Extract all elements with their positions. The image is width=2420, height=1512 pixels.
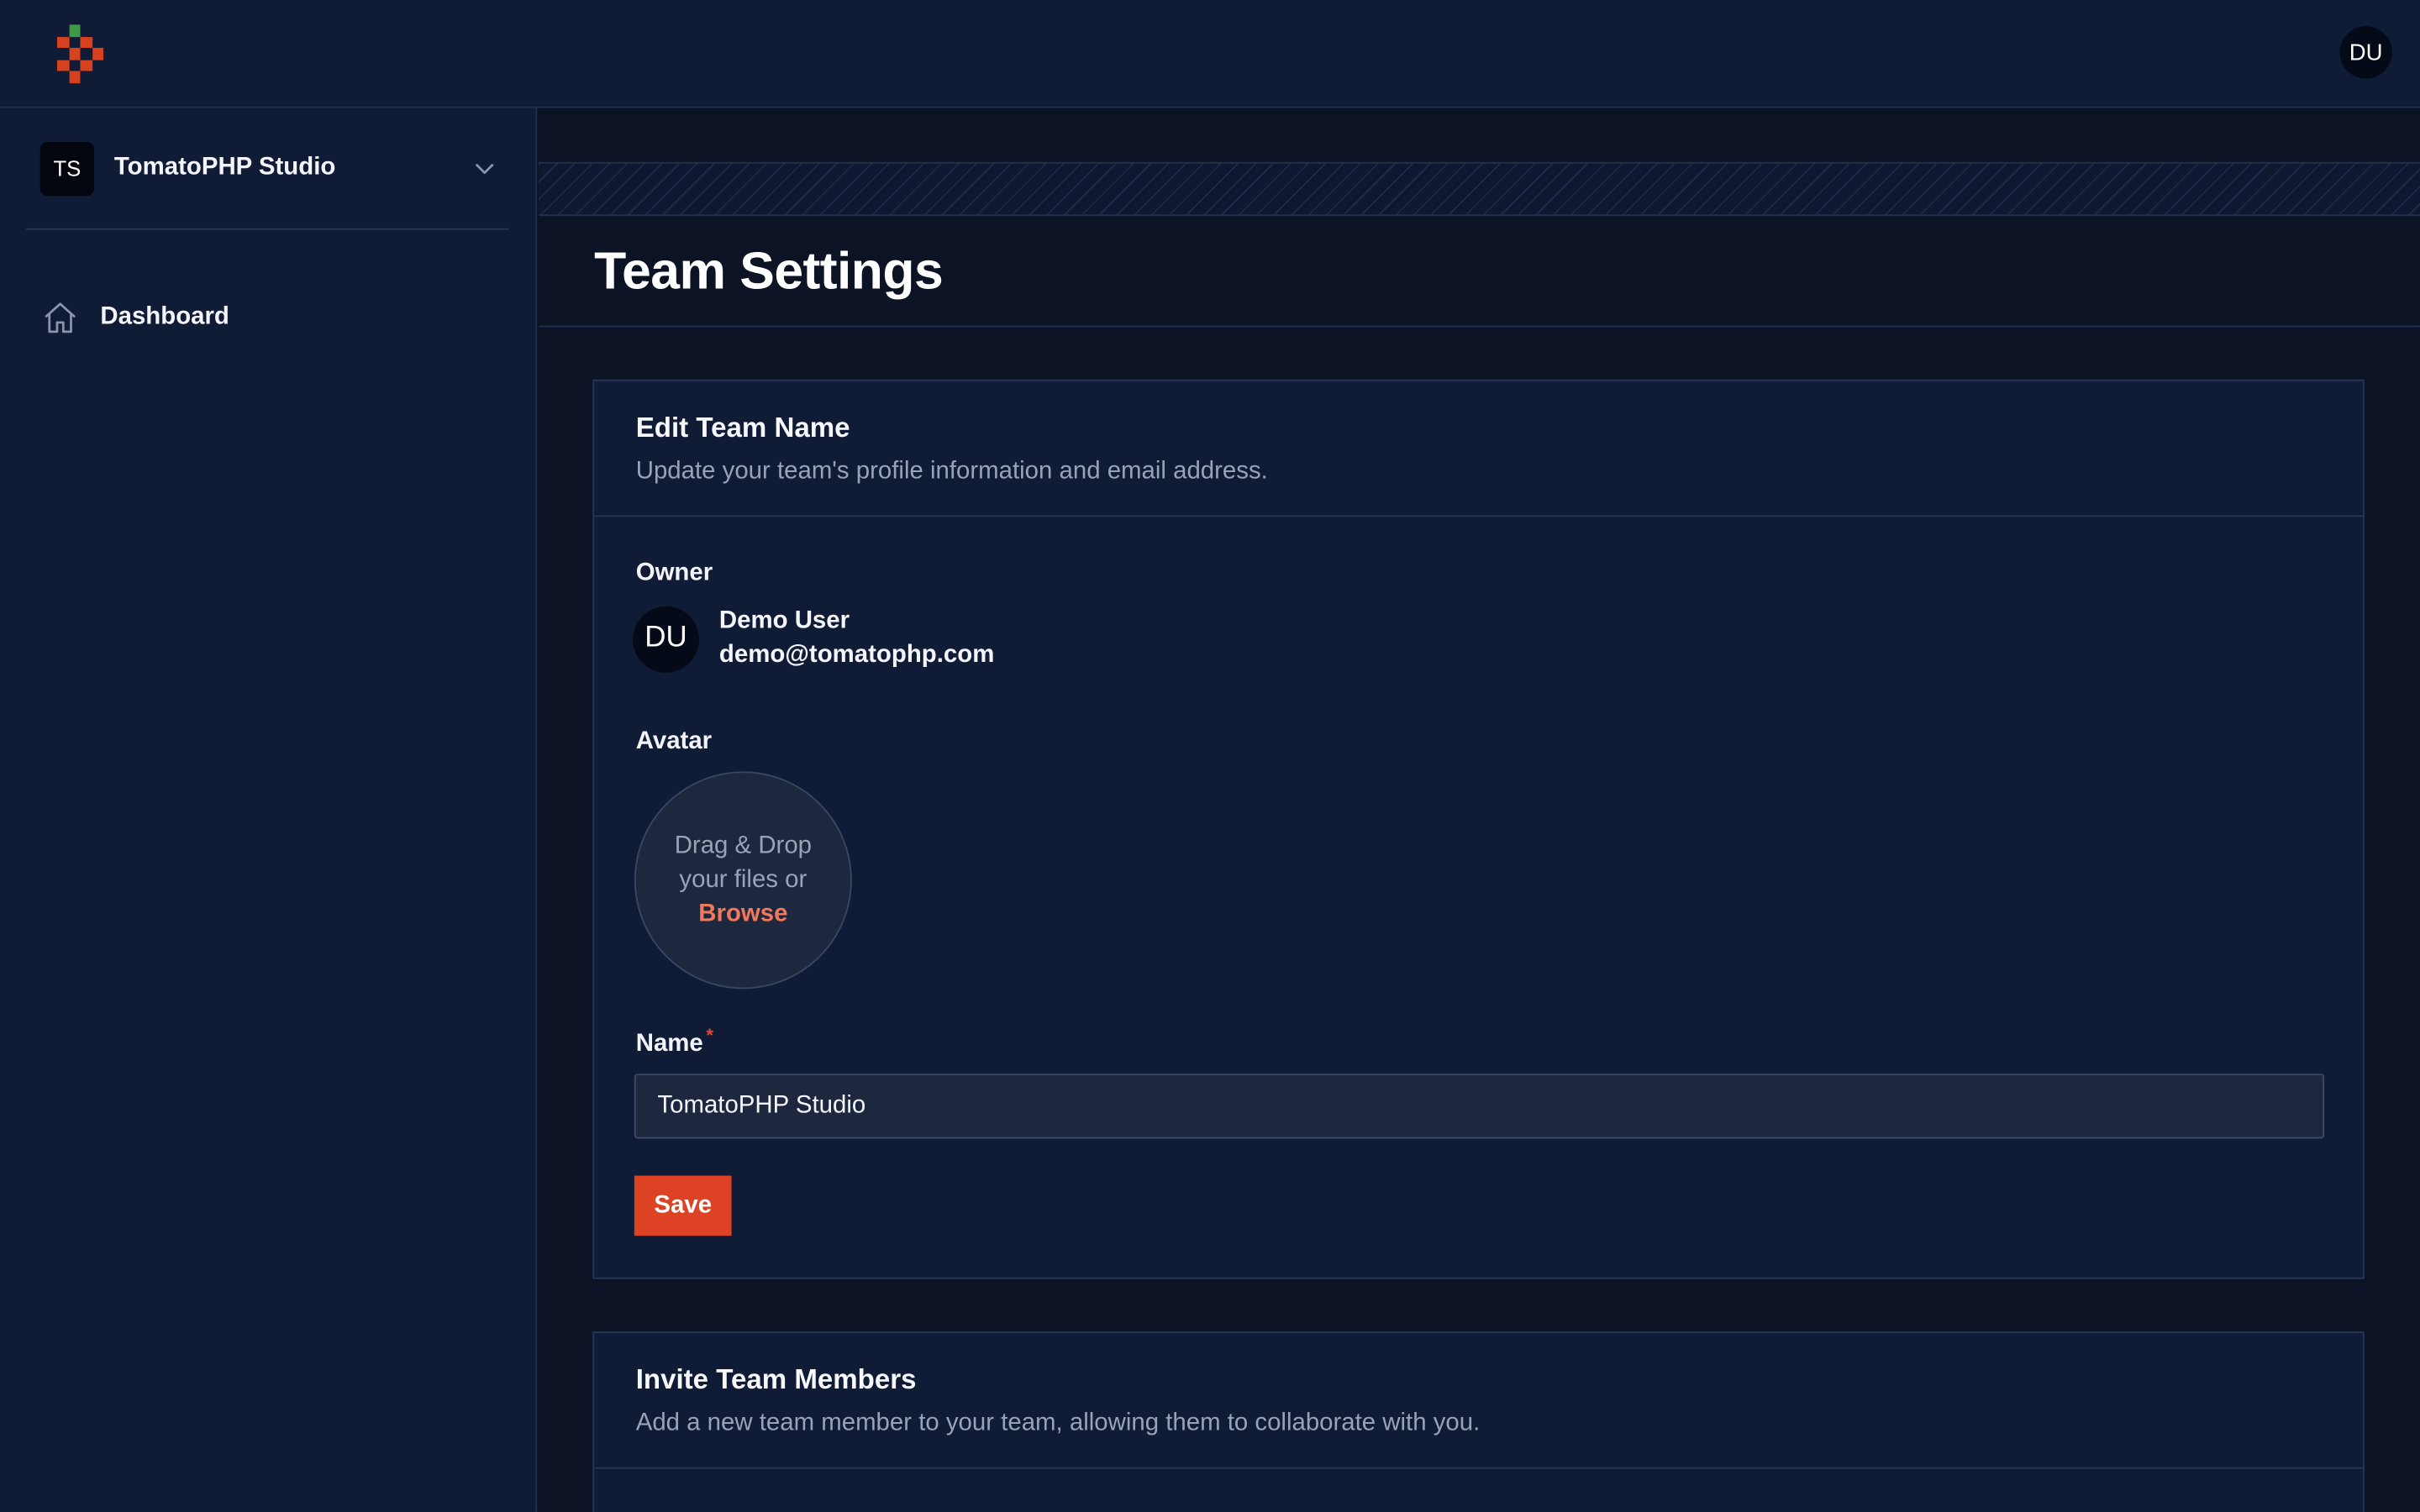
required-mark: * (706, 1024, 714, 1047)
card-header: Edit Team Name Update your team's profil… (594, 381, 2363, 517)
avatar-dropzone[interactable]: Drag & Drop your files or Browse (634, 771, 852, 990)
dropzone-text-1: Drag & Drop (674, 832, 813, 859)
sidebar-divider (26, 228, 510, 230)
page-header: Team Settings (539, 216, 2420, 328)
owner-label: Owner (635, 559, 713, 586)
sidebar-item-dashboard[interactable]: Dashboard (42, 297, 229, 338)
chevron-down-icon (476, 164, 494, 175)
owner-email: demo@tomatophp.com (718, 642, 995, 669)
invite-team-members-card: Invite Team Members Add a new team membe… (592, 1331, 2365, 1512)
team-name-input[interactable] (634, 1074, 2325, 1139)
top-bar: DU (0, 0, 2420, 108)
card-header: Invite Team Members Add a new team membe… (594, 1333, 2363, 1469)
card-title: Invite Team Members (635, 1363, 917, 1395)
name-label: Name * (635, 1025, 713, 1058)
home-icon (45, 302, 76, 333)
tomatophp-logo-icon[interactable] (56, 24, 104, 83)
card-description: Update your team's profile information a… (635, 458, 1268, 485)
team-avatar: TS (39, 141, 95, 196)
dropzone-text-2: your files or (679, 866, 808, 893)
page-title: Team Settings (594, 242, 944, 302)
header-pattern (539, 161, 2420, 217)
card-title: Edit Team Name (635, 412, 850, 444)
sidebar: TS TomatoPHP Studio Dashboard (0, 108, 538, 1512)
avatar-label: Avatar (635, 727, 713, 755)
sidebar-item-label: Dashboard (100, 303, 229, 331)
avatar: DU (633, 605, 700, 672)
team-switcher[interactable]: TS TomatoPHP Studio (39, 140, 509, 196)
main-content: Team Settings Edit Team Name Update your… (539, 108, 2420, 1512)
team-name: TomatoPHP Studio (113, 154, 336, 181)
owner-info: DU Demo User demo@tomatophp.com (633, 605, 994, 673)
edit-team-name-card: Edit Team Name Update your team's profil… (592, 379, 2365, 1279)
owner-name: Demo User (718, 607, 850, 634)
name-label-text: Name (635, 1030, 703, 1058)
card-description: Add a new team member to your team, allo… (635, 1410, 1481, 1436)
browse-link[interactable]: Browse (698, 897, 787, 931)
user-menu-avatar[interactable]: DU (2339, 26, 2392, 79)
save-button[interactable]: Save (634, 1175, 732, 1236)
